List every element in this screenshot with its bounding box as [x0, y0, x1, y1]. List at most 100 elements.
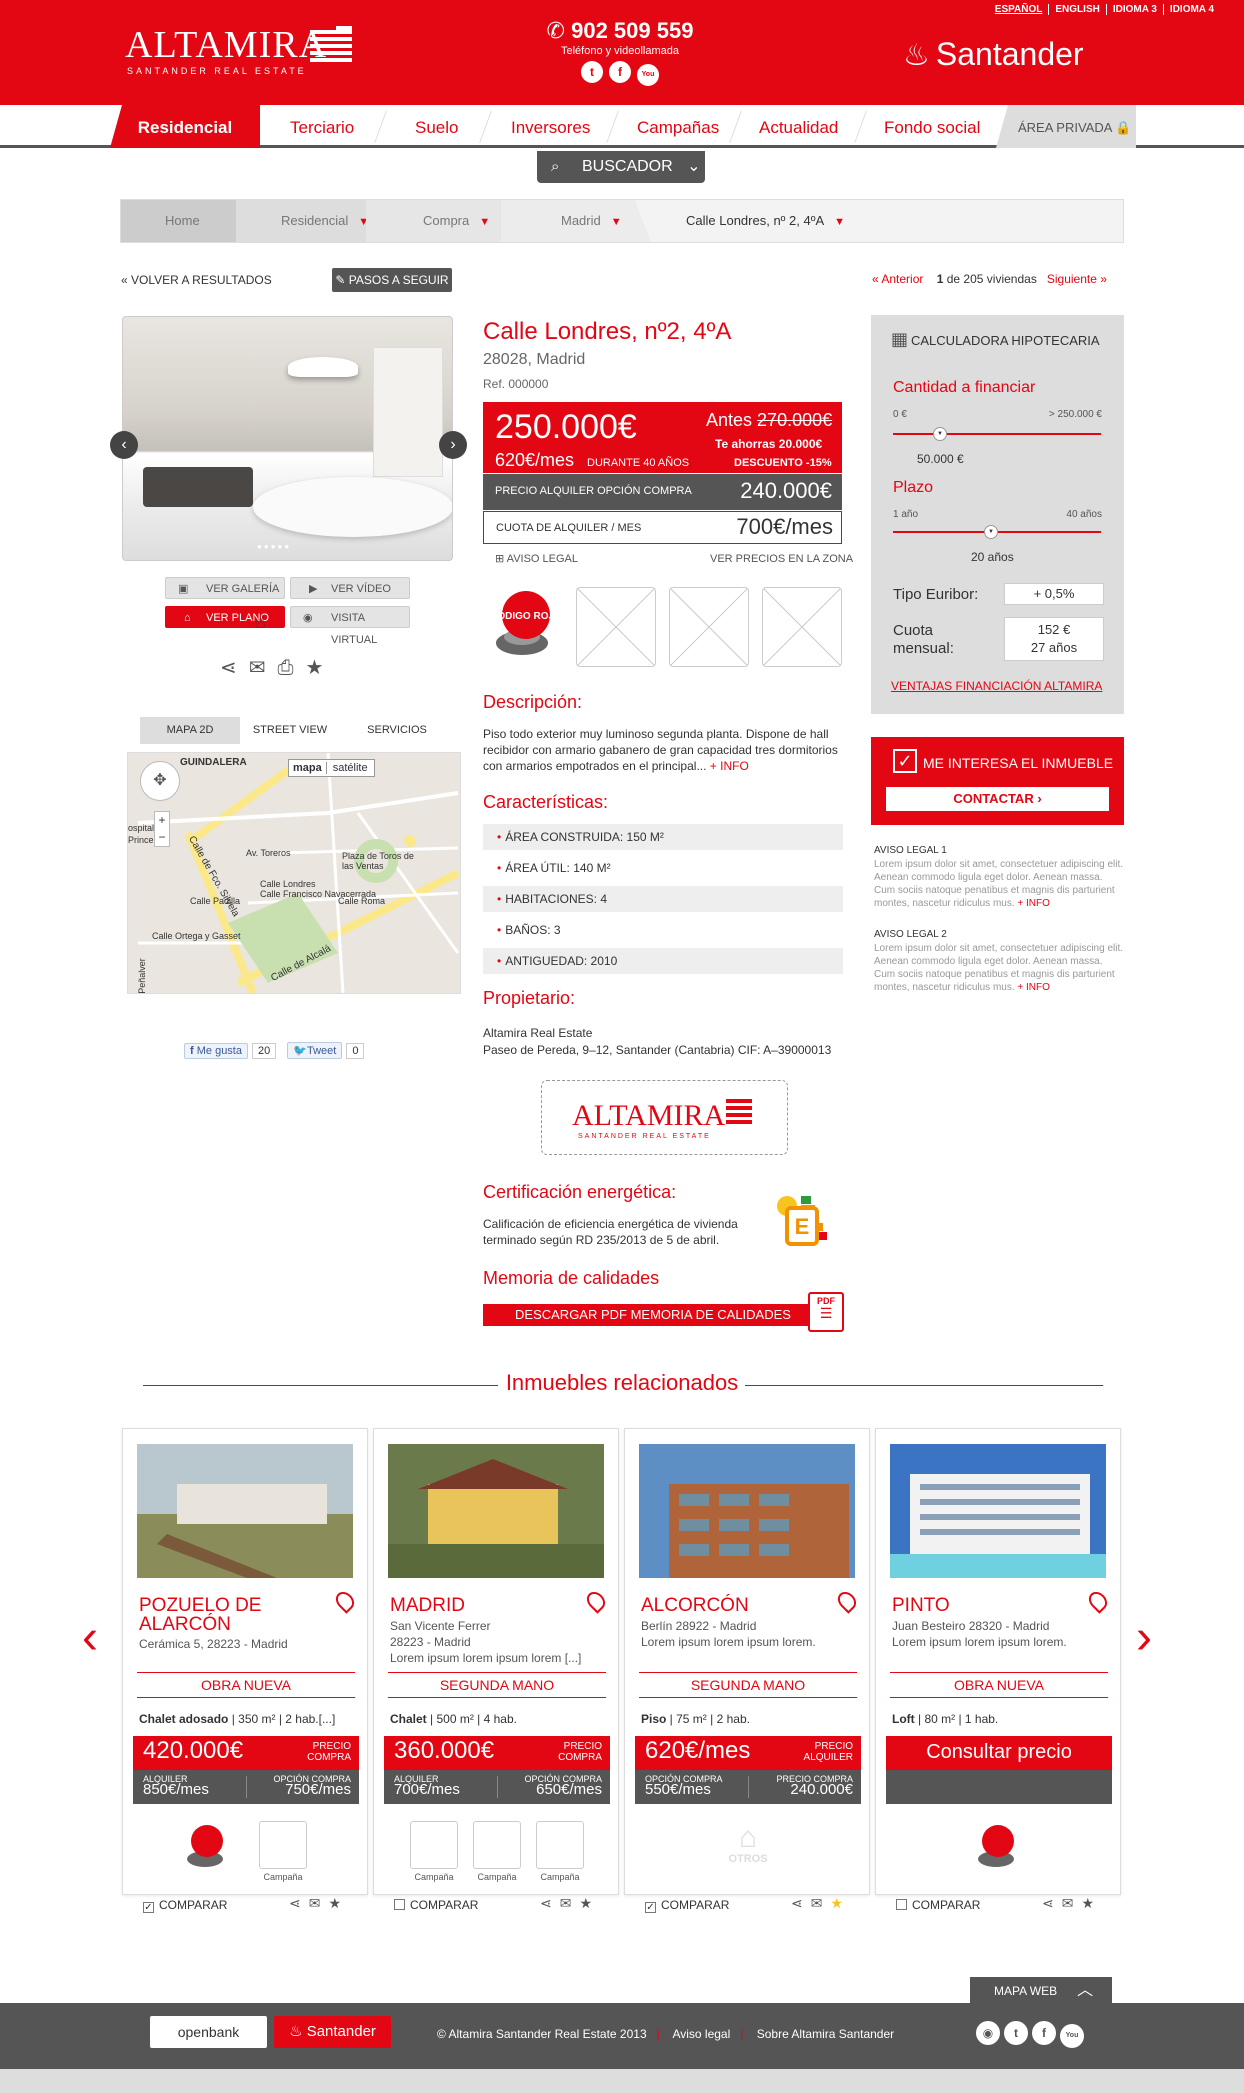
- related-next-arrow[interactable]: ›: [1136, 1610, 1152, 1665]
- santander-footer-logo[interactable]: ♨ Santander: [274, 2016, 391, 2048]
- compare-checkbox[interactable]: COMPARAR: [896, 1898, 980, 1912]
- next-link[interactable]: Siguiente »: [1047, 272, 1107, 286]
- related-card[interactable]: POZUELO DE ALARCÓN Cerámica 5, 28223 - M…: [122, 1428, 368, 1895]
- related-card[interactable]: PINTO Juan Besteiro 28320 - Madrid Lorem …: [875, 1428, 1121, 1895]
- cantidad-slider[interactable]: [893, 433, 1101, 435]
- area-privada-button[interactable]: ÁREA PRIVADA 🔒: [996, 105, 1136, 148]
- twitter-icon[interactable]: t: [581, 61, 603, 83]
- breadcrumb-compra[interactable]: Compra ▼: [423, 200, 490, 242]
- cantidad-slider-handle[interactable]: ▼: [933, 427, 947, 441]
- openbank-logo[interactable]: openbank: [150, 2016, 267, 2048]
- share-icon[interactable]: ⋖: [1042, 1895, 1062, 1911]
- breadcrumb-residencial[interactable]: Residencial ▼: [281, 200, 369, 242]
- codigo-rojo-badge[interactable]: CÓDIGO ROJO: [484, 587, 560, 663]
- youtube-icon[interactable]: You: [1060, 2024, 1084, 2048]
- mail-icon[interactable]: ✉: [560, 1895, 580, 1911]
- photo-next-button[interactable]: ›: [439, 431, 467, 459]
- map-zoom-control[interactable]: + −: [154, 811, 170, 847]
- nav-terciario[interactable]: Terciario: [290, 113, 354, 143]
- aviso-legal-link[interactable]: ⊞ AVISO LEGAL: [495, 552, 578, 565]
- phone-contact[interactable]: ✆ 902 509 559 Teléfono y videollamada tf…: [545, 18, 695, 86]
- breadcrumb-home[interactable]: Home: [165, 200, 200, 242]
- twitter-icon[interactable]: t: [1004, 2021, 1028, 2045]
- codigo-rojo-badge[interactable]: [181, 1821, 231, 1871]
- youtube-icon[interactable]: You: [637, 64, 659, 86]
- breadcrumb-current[interactable]: Calle Londres, nº 2, 4ºA ▼: [686, 200, 845, 242]
- nav-inversores[interactable]: Inversores: [511, 113, 590, 143]
- rss-icon[interactable]: ◉: [976, 2021, 1000, 2045]
- back-to-results-link[interactable]: « VOLVER A RESULTADOS: [121, 273, 272, 287]
- facebook-like-button[interactable]: f Me gusta: [184, 1043, 248, 1059]
- prev-link[interactable]: « Anterior: [872, 272, 923, 286]
- facebook-icon[interactable]: f: [1032, 2021, 1056, 2045]
- description-more-link[interactable]: + INFO: [710, 759, 749, 773]
- euribor-input[interactable]: + 0,5%: [1004, 583, 1104, 605]
- ver-galeria-button[interactable]: ▣ VER GALERÍA: [165, 577, 285, 599]
- mail-icon[interactable]: ✉: [309, 1895, 329, 1911]
- share-icon[interactable]: ⋖: [791, 1895, 811, 1911]
- nav-residencial[interactable]: Residencial: [110, 105, 260, 148]
- card-price-label: PRECIO ALQUILER: [803, 1741, 853, 1763]
- map-type-satelite[interactable]: satélite: [327, 762, 374, 774]
- map-type-toggle[interactable]: mapa satélite: [288, 759, 375, 777]
- star-icon[interactable]: ★: [306, 657, 336, 679]
- ver-video-button[interactable]: ▶ VER VÍDEO: [290, 577, 410, 599]
- related-card[interactable]: ALCORCÓN Berlín 28922 - Madrid Lorem ipsu…: [624, 1428, 870, 1895]
- photo-pagination-dots[interactable]: ●●●●●: [257, 542, 291, 551]
- breadcrumb-madrid[interactable]: Madrid ▼: [561, 200, 622, 242]
- tab-mapa-2d[interactable]: MAPA 2D: [140, 717, 240, 744]
- visita-virtual-button[interactable]: ◉ VISITA VIRTUAL: [290, 606, 410, 646]
- map-pan-control[interactable]: ✥: [140, 761, 180, 801]
- lang-4[interactable]: IDIOMA 4: [1162, 4, 1220, 15]
- mapa-web-toggle[interactable]: MAPA WEB ︿: [970, 1977, 1112, 2003]
- share-icon[interactable]: ⋖: [289, 1895, 309, 1911]
- buscador-toggle[interactable]: ⌕ BUSCADOR ⌄: [537, 151, 705, 183]
- download-pdf-button[interactable]: DESCARGAR PDF MEMORIA DE CALIDADES: [483, 1304, 823, 1326]
- share-icon[interactable]: ⋖: [540, 1895, 560, 1911]
- star-icon[interactable]: ★: [328, 1895, 349, 1911]
- legal-more-link[interactable]: + INFO: [1017, 898, 1050, 909]
- consultar-precio-button[interactable]: Consultar precio: [886, 1736, 1112, 1770]
- contactar-button[interactable]: CONTACTAR ›: [886, 787, 1109, 811]
- tab-servicios[interactable]: SERVICIOS: [342, 717, 452, 744]
- star-icon[interactable]: ★: [579, 1895, 600, 1911]
- mail-icon[interactable]: ✉: [811, 1895, 831, 1911]
- santander-logo[interactable]: ♨ Santander: [903, 36, 1084, 73]
- codigo-rojo-badge[interactable]: [972, 1821, 1022, 1871]
- nav-actualidad[interactable]: Actualidad: [759, 113, 838, 143]
- lang-es[interactable]: ESPAÑOL: [989, 4, 1049, 15]
- facebook-icon[interactable]: f: [609, 61, 631, 83]
- ver-plano-button[interactable]: ⌂ VER PLANO: [165, 606, 285, 628]
- compare-checkbox[interactable]: ✓ COMPARAR: [143, 1898, 227, 1913]
- lang-3[interactable]: IDIOMA 3: [1105, 4, 1163, 15]
- related-prev-arrow[interactable]: ‹: [82, 1610, 98, 1665]
- legal-more-link[interactable]: + INFO: [1017, 982, 1050, 993]
- print-icon[interactable]: ⎙: [278, 657, 306, 679]
- sobre-link[interactable]: Sobre Altamira Santander: [757, 2027, 894, 2041]
- mail-icon[interactable]: ✉: [249, 657, 278, 679]
- pasos-a-seguir-button[interactable]: ✎ PASOS A SEGUIR: [332, 268, 452, 292]
- tweet-button[interactable]: 🐦Tweet: [287, 1042, 343, 1059]
- mail-icon[interactable]: ✉: [1062, 1895, 1082, 1911]
- star-icon[interactable]: ★: [1081, 1895, 1102, 1911]
- nav-campanas[interactable]: Campañas: [637, 113, 719, 143]
- compare-checkbox[interactable]: COMPARAR: [394, 1898, 478, 1912]
- share-icon[interactable]: ⋖: [220, 657, 249, 679]
- aviso-legal-footer-link[interactable]: Aviso legal: [672, 2027, 730, 2041]
- compare-checkbox[interactable]: ✓ COMPARAR: [645, 1898, 729, 1913]
- property-map[interactable]: ✥ + − mapa satélite GUINDALERA Calle de Al…: [127, 752, 461, 994]
- altamira-logo[interactable]: ALTAMIRA SANTANDER REAL ESTATE: [125, 26, 327, 76]
- pdf-icon[interactable]: PDF ☰: [808, 1292, 844, 1332]
- tab-street-view[interactable]: STREET VIEW: [240, 717, 340, 744]
- nav-suelo[interactable]: Suelo: [415, 113, 458, 143]
- related-card[interactable]: MADRID San Vicente Ferrer 28223 - Madrid L…: [373, 1428, 619, 1895]
- ver-precios-link[interactable]: VER PRECIOS EN LA ZONA: [710, 553, 853, 565]
- property-photo[interactable]: [122, 316, 453, 561]
- map-type-mapa[interactable]: mapa: [289, 762, 327, 774]
- lang-en[interactable]: ENGLISH: [1048, 4, 1106, 15]
- photo-prev-button[interactable]: ‹: [110, 431, 138, 459]
- plazo-slider-handle[interactable]: ▼: [984, 525, 998, 539]
- ventajas-financiacion-link[interactable]: VENTAJAS FINANCIACIÓN ALTAMIRA: [891, 679, 1102, 693]
- star-icon[interactable]: ★: [830, 1895, 851, 1911]
- nav-fondo-social[interactable]: Fondo social: [884, 113, 980, 143]
